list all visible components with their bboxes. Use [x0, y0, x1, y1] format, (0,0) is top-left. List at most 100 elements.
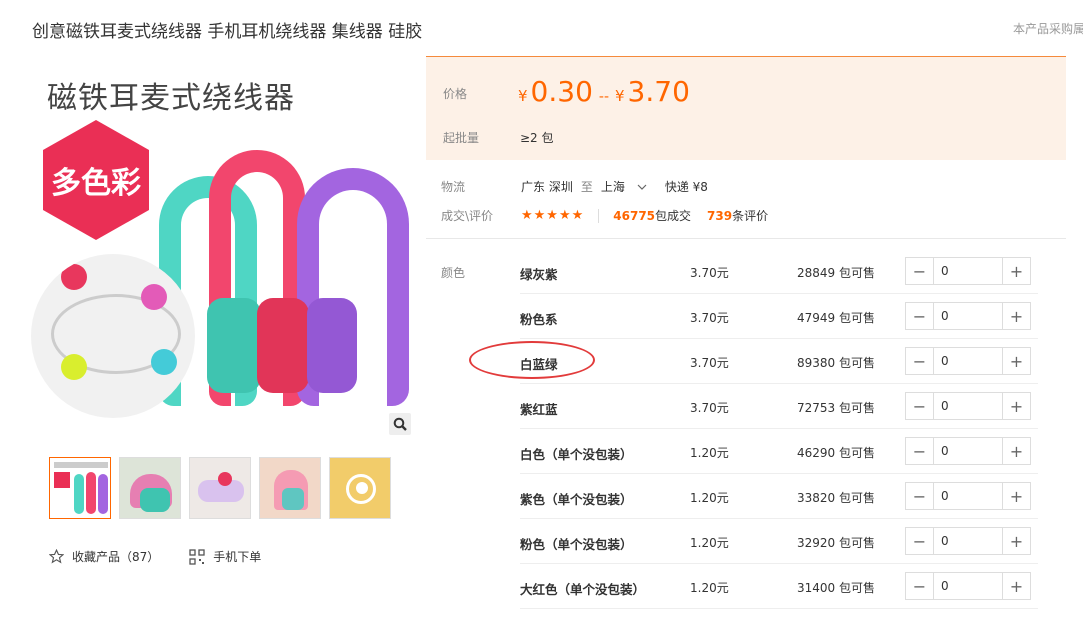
variant-list: 绿灰紫 3.70元 28849 包可售 − 0 + 粉色系 3.70元 4794… [520, 249, 1038, 609]
divider [598, 208, 600, 223]
logistics-label: 物流 [441, 180, 466, 194]
quantity-input[interactable]: 0 [933, 348, 1003, 374]
variant-price: 3.70元 [690, 266, 729, 280]
deals-suffix: 包成交 [655, 209, 692, 223]
rating-label: 成交\评价 [441, 209, 494, 223]
favorite-button[interactable]: 收藏产品（87） [49, 548, 159, 565]
increment-button[interactable]: + [1003, 348, 1030, 374]
increment-button[interactable]: + [1003, 573, 1030, 599]
shipping-fee: 快递 ¥8 [664, 180, 708, 194]
decrement-button[interactable]: − [906, 573, 933, 599]
variant-row: 绿灰紫 3.70元 28849 包可售 − 0 + [520, 249, 1038, 294]
variant-row: 白色（单个没包装） 1.20元 46290 包可售 − 0 + [520, 429, 1038, 474]
qr-code-icon [189, 548, 205, 565]
thumbnail-2[interactable] [119, 457, 181, 519]
annotation-ellipse [469, 341, 595, 379]
variant-name: 白色（单个没包装） [520, 447, 633, 462]
currency-symbol: ¥ [615, 87, 625, 105]
quantity-input[interactable]: 0 [933, 258, 1003, 284]
variant-price: 1.20元 [690, 446, 729, 460]
decrement-button[interactable]: − [906, 528, 933, 554]
color-label: 颜色 [441, 266, 466, 280]
variant-price: 1.20元 [690, 581, 729, 595]
ship-to-value: 上海 [600, 180, 625, 194]
quantity-stepper: − 0 + [905, 482, 1031, 510]
ship-from: 广东 深圳 [521, 180, 573, 194]
thumbnail-1[interactable] [49, 457, 111, 519]
variant-price: 3.70元 [690, 356, 729, 370]
currency-symbol: ¥ [518, 87, 528, 105]
product-actions: 收藏产品（87） 手机下单 [49, 548, 261, 565]
variant-row: 粉色（单个没包装） 1.20元 32920 包可售 − 0 + [520, 519, 1038, 564]
quantity-stepper: − 0 + [905, 257, 1031, 285]
quantity-stepper: − 0 + [905, 437, 1031, 465]
variant-stock: 31400 包可售 [797, 581, 875, 595]
star-rating: ★★★★★ [521, 208, 585, 223]
variant-name: 粉色系 [520, 312, 558, 327]
variant-name: 粉色（单个没包装） [520, 537, 633, 552]
reviews-suffix: 条评价 [732, 209, 769, 223]
quantity-stepper: − 0 + [905, 347, 1031, 375]
reviews-count[interactable]: 739 [707, 209, 732, 223]
chevron-down-icon [637, 184, 647, 190]
to-word: 至 [580, 180, 593, 194]
quantity-input[interactable]: 0 [933, 573, 1003, 599]
product-title: 创意磁铁耳麦式绕线器 手机耳机绕线器 集线器 硅胶 [32, 22, 423, 42]
variant-row: 紫色（单个没包装） 1.20元 33820 包可售 − 0 + [520, 474, 1038, 519]
thumbnail-3[interactable] [189, 457, 251, 519]
multicolor-badge: 多色彩 [43, 120, 149, 240]
image-heading: 磁铁耳麦式绕线器 [47, 81, 295, 116]
quantity-stepper: − 0 + [905, 572, 1031, 600]
moq-value: ≥2 包 [520, 131, 554, 145]
quantity-stepper: − 0 + [905, 392, 1031, 420]
variant-row: 紫红蓝 3.70元 72753 包可售 − 0 + [520, 384, 1038, 429]
variant-price: 1.20元 [690, 491, 729, 505]
thumbnail-4[interactable] [259, 457, 321, 519]
magnifier-icon [393, 417, 407, 431]
quantity-input[interactable]: 0 [933, 483, 1003, 509]
variant-row: 大红色（单个没包装） 1.20元 31400 包可售 − 0 + [520, 564, 1038, 609]
badge-text: 多色彩 [51, 166, 141, 201]
moq-label: 起批量 [443, 131, 480, 145]
increment-button[interactable]: + [1003, 438, 1030, 464]
logistics-row: 物流 广东 深圳 至 上海 快递 ¥8 [441, 178, 708, 195]
decrement-button[interactable]: − [906, 438, 933, 464]
quantity-stepper: − 0 + [905, 302, 1031, 330]
variant-price: 3.70元 [690, 311, 729, 325]
variant-stock: 28849 包可售 [797, 266, 875, 280]
mobile-order-button[interactable]: 手机下单 [189, 548, 261, 565]
quantity-input[interactable]: 0 [933, 393, 1003, 419]
decrement-button[interactable]: − [906, 483, 933, 509]
ship-to-select[interactable]: 上海 [601, 178, 647, 195]
decrement-button[interactable]: − [906, 348, 933, 374]
increment-button[interactable]: + [1003, 528, 1030, 554]
variant-row: 粉色系 3.70元 47949 包可售 − 0 + [520, 294, 1038, 339]
quantity-input[interactable]: 0 [933, 438, 1003, 464]
decrement-button[interactable]: − [906, 258, 933, 284]
star-outline-icon [49, 549, 64, 564]
decrement-button[interactable]: − [906, 393, 933, 419]
rating-row: 成交\评价 ★★★★★ 46775 包成交 739 条评价 [441, 207, 768, 224]
variant-stock: 32920 包可售 [797, 536, 875, 550]
thumbnail-5[interactable] [329, 457, 391, 519]
section-divider [426, 238, 1066, 239]
increment-button[interactable]: + [1003, 393, 1030, 419]
increment-button[interactable]: + [1003, 258, 1030, 284]
quantity-input[interactable]: 0 [933, 528, 1003, 554]
increment-button[interactable]: + [1003, 303, 1030, 329]
variant-price: 1.20元 [690, 536, 729, 550]
price-panel: 价格 ¥ 0.30 -- ¥ 3.70 起批量 ≥2 包 [426, 56, 1066, 160]
zoom-button[interactable] [389, 413, 411, 435]
quantity-stepper: − 0 + [905, 527, 1031, 555]
decrement-button[interactable]: − [906, 303, 933, 329]
variant-row: 白蓝绿 3.70元 89380 包可售 − 0 + [520, 339, 1038, 384]
price-separator: -- [598, 89, 609, 105]
deals-count[interactable]: 46775 [613, 209, 655, 223]
favorite-label: 收藏产品（87） [72, 550, 160, 564]
procurement-link[interactable]: 本产品采购属 [1013, 20, 1083, 37]
quantity-input[interactable]: 0 [933, 303, 1003, 329]
increment-button[interactable]: + [1003, 483, 1030, 509]
variant-stock: 33820 包可售 [797, 491, 875, 505]
mobile-order-label: 手机下单 [213, 550, 262, 564]
thumbnail-strip [49, 457, 391, 519]
